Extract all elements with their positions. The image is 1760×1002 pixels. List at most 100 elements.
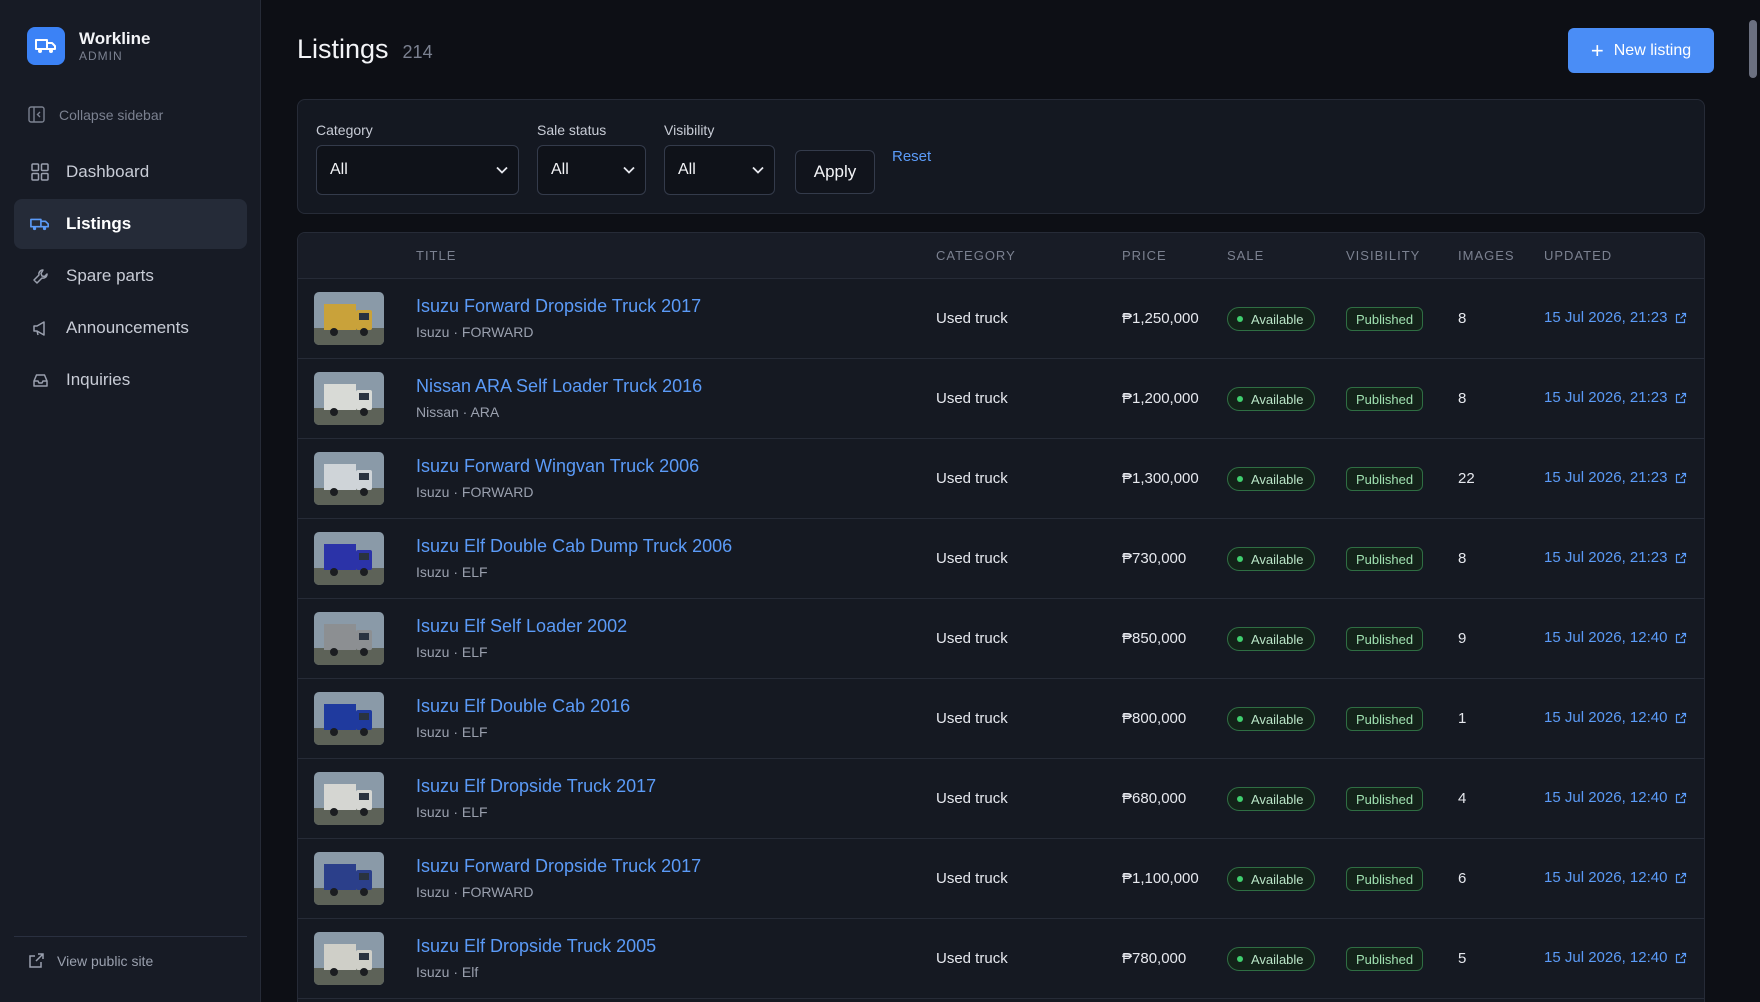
- listing-thumbnail[interactable]: [314, 452, 384, 505]
- listing-price: ₱850,000: [1122, 630, 1187, 647]
- listing-updated-link[interactable]: 15 Jul 2026, 21:23: [1544, 549, 1687, 566]
- column-header-sale[interactable]: SALE: [1227, 248, 1264, 263]
- plus-icon: +: [1590, 37, 1604, 63]
- listing-image-count: 4: [1458, 790, 1467, 807]
- listing-title-link[interactable]: Isuzu Elf Double Cab 2016: [416, 696, 630, 717]
- sidebar-item-dashboard[interactable]: Dashboard: [14, 147, 247, 197]
- table-row[interactable]: Isuzu Elf Dropside Truck 2005 Isuzu · El…: [298, 919, 1704, 999]
- listing-updated-text: 15 Jul 2026, 21:23: [1544, 309, 1668, 326]
- sale-status-filter: Sale status All: [537, 122, 646, 195]
- listing-updated-link[interactable]: 15 Jul 2026, 21:23: [1544, 389, 1687, 406]
- status-dot-icon: [1237, 956, 1243, 962]
- listing-updated-link[interactable]: 15 Jul 2026, 12:40: [1544, 949, 1687, 966]
- listing-image-count: 8: [1458, 310, 1467, 327]
- external-link-icon: [1676, 472, 1687, 483]
- listing-thumbnail[interactable]: [314, 852, 384, 905]
- page-scrollbar[interactable]: [1746, 0, 1760, 1002]
- new-listing-button[interactable]: + New listing: [1568, 28, 1714, 73]
- column-header-updated[interactable]: UPDATED: [1544, 248, 1612, 263]
- listing-updated-link[interactable]: 15 Jul 2026, 12:40: [1544, 709, 1687, 726]
- table-row[interactable]: Isuzu Elf Double Cab Dump Truck 2006 Isu…: [298, 519, 1704, 599]
- listing-price: ₱1,300,000: [1122, 470, 1199, 487]
- brand[interactable]: Workline ADMIN: [27, 27, 150, 65]
- listing-thumbnail[interactable]: [314, 692, 384, 745]
- external-link-icon: [1676, 552, 1687, 563]
- listing-title-link[interactable]: Nissan ARA Self Loader Truck 2016: [416, 376, 702, 397]
- listing-price: ₱680,000: [1122, 790, 1187, 807]
- listing-updated-text: 15 Jul 2026, 12:40: [1544, 949, 1668, 966]
- listing-image-count: 8: [1458, 550, 1467, 567]
- listing-image-count: 6: [1458, 870, 1467, 887]
- column-header-category[interactable]: CATEGORY: [936, 248, 1016, 263]
- listing-category: Used truck: [936, 790, 1008, 807]
- apply-button[interactable]: Apply: [795, 150, 875, 194]
- table-row[interactable]: Isuzu Forward Dropside Truck 2017 Isuzu …: [298, 279, 1704, 359]
- listing-title-link[interactable]: Isuzu Forward Dropside Truck 2017: [416, 856, 701, 877]
- listing-thumbnail[interactable]: [314, 372, 384, 425]
- sale-status-text: Available: [1251, 551, 1304, 567]
- table-row[interactable]: Isuzu Forward Wingvan Truck 2006 Isuzu ·…: [298, 439, 1704, 519]
- status-dot-icon: [1237, 796, 1243, 802]
- sale-status-select[interactable]: All: [537, 145, 646, 195]
- listing-updated-link[interactable]: 15 Jul 2026, 21:23: [1544, 309, 1687, 326]
- sale-status-badge: Available: [1227, 387, 1315, 411]
- table-row[interactable]: Isuzu Elf Self Loader 2002 Isuzu · ELF U…: [298, 599, 1704, 679]
- table-row[interactable]: Isuzu Elf Dropside Truck 2017 Isuzu · EL…: [298, 759, 1704, 839]
- sale-status-badge: Available: [1227, 467, 1315, 491]
- table-row[interactable]: Nissan ARA Self Loader Truck 2016 Nissan…: [298, 359, 1704, 439]
- listing-title-link[interactable]: Isuzu Elf Dropside Truck 2017: [416, 776, 656, 797]
- sidebar-item-announcements[interactable]: Announcements: [14, 303, 247, 353]
- external-link-icon: [29, 953, 44, 968]
- listing-category: Used truck: [936, 550, 1008, 567]
- sale-status-text: Available: [1251, 311, 1304, 327]
- listing-title-link[interactable]: Isuzu Elf Dropside Truck 2005: [416, 936, 656, 957]
- visibility-badge: Published: [1346, 787, 1424, 811]
- listing-updated-link[interactable]: 15 Jul 2026, 12:40: [1544, 869, 1687, 886]
- listing-thumbnail[interactable]: [314, 932, 384, 985]
- external-link-icon: [1676, 392, 1687, 403]
- sidebar-item-label: Inquiries: [66, 370, 131, 389]
- column-header-price[interactable]: PRICE: [1122, 248, 1167, 263]
- view-public-site-link[interactable]: View public site: [28, 952, 153, 969]
- visibility-badge: Published: [1346, 387, 1424, 411]
- sidebar-item-inquiries[interactable]: Inquiries: [14, 355, 247, 405]
- listing-thumbnail[interactable]: [314, 532, 384, 585]
- listing-price: ₱780,000: [1122, 950, 1187, 967]
- sidebar-item-label: Spare parts: [66, 266, 154, 285]
- listing-title-link[interactable]: Isuzu Forward Dropside Truck 2017: [416, 296, 701, 317]
- listing-price: ₱730,000: [1122, 550, 1187, 567]
- collapse-sidebar-button[interactable]: Collapse sidebar: [28, 106, 163, 123]
- listing-title-link[interactable]: Isuzu Forward Wingvan Truck 2006: [416, 456, 699, 477]
- listing-title-link[interactable]: Isuzu Elf Double Cab Dump Truck 2006: [416, 536, 732, 557]
- page-title: Listings: [297, 34, 389, 64]
- chevron-down-icon: [752, 166, 764, 174]
- reset-link[interactable]: Reset: [892, 148, 931, 165]
- listing-category: Used truck: [936, 390, 1008, 407]
- listing-updated-link[interactable]: 15 Jul 2026, 12:40: [1544, 629, 1687, 646]
- listing-title-link[interactable]: Isuzu Elf Self Loader 2002: [416, 616, 627, 637]
- category-select[interactable]: All: [316, 145, 519, 195]
- column-header-title[interactable]: TITLE: [416, 248, 456, 263]
- grid-icon: [30, 162, 50, 182]
- sale-status-text: Available: [1251, 391, 1304, 407]
- sidebar-item-spare-parts[interactable]: Spare parts: [14, 251, 247, 301]
- column-header-visibility[interactable]: VISIBILITY: [1346, 248, 1420, 263]
- listing-price: ₱1,200,000: [1122, 390, 1199, 407]
- visibility-select[interactable]: All: [664, 145, 775, 195]
- truck-icon: [30, 214, 50, 234]
- listing-updated-link[interactable]: 15 Jul 2026, 21:23: [1544, 469, 1687, 486]
- listing-thumbnail[interactable]: [314, 772, 384, 825]
- listing-thumbnail[interactable]: [314, 612, 384, 665]
- column-header-images[interactable]: IMAGES: [1458, 248, 1515, 263]
- listing-price: ₱1,250,000: [1122, 310, 1199, 327]
- status-dot-icon: [1237, 476, 1243, 482]
- table-row[interactable]: Isuzu Elf Double Cab 2016 Isuzu · ELF Us…: [298, 679, 1704, 759]
- listing-thumbnail[interactable]: [314, 292, 384, 345]
- sidebar-item-listings[interactable]: Listings: [14, 199, 247, 249]
- visibility-badge: Published: [1346, 547, 1424, 571]
- listing-updated-link[interactable]: 15 Jul 2026, 12:40: [1544, 789, 1687, 806]
- listing-category: Used truck: [936, 630, 1008, 647]
- visibility-select-value: All: [678, 161, 696, 178]
- scrollbar-thumb[interactable]: [1749, 20, 1757, 78]
- table-row[interactable]: Isuzu Forward Dropside Truck 2017 Isuzu …: [298, 839, 1704, 919]
